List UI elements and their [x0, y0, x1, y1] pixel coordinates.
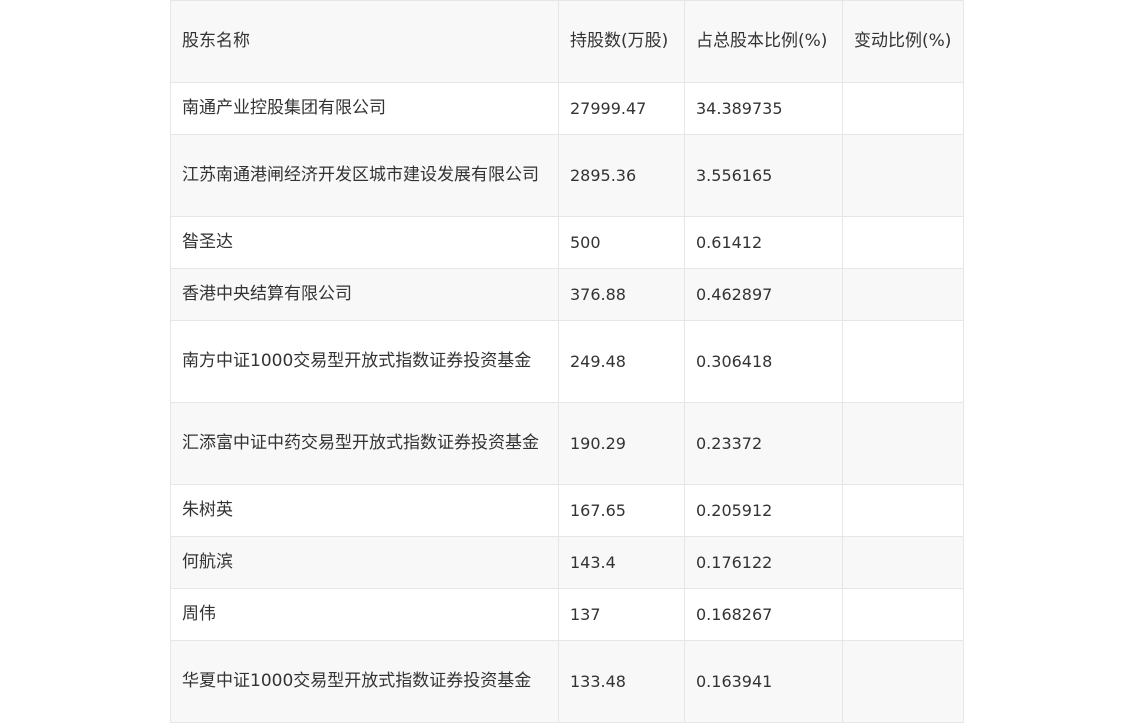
- cell-ratio: 0.61412: [684, 216, 843, 269]
- cell-shareholder-name: 香港中央结算有限公司: [170, 268, 559, 321]
- header-ratio: 占总股本比例(%): [684, 0, 843, 83]
- cell-shareholder-name: 南方中证1000交易型开放式指数证券投资基金: [170, 320, 559, 403]
- table-row: 江苏南通港闸经济开发区城市建设发展有限公司 2895.36 3.556165: [170, 134, 964, 217]
- table-row: 华夏中证1000交易型开放式指数证券投资基金 133.48 0.163941: [170, 640, 964, 723]
- cell-ratio: 0.23372: [684, 402, 843, 485]
- cell-change: [842, 82, 964, 135]
- table-row: 何航滨 143.4 0.176122: [170, 536, 964, 589]
- cell-shareholder-name: 周伟: [170, 588, 559, 641]
- cell-change: [842, 216, 964, 269]
- table-row: 朱树英 167.65 0.205912: [170, 484, 964, 537]
- cell-ratio: 0.163941: [684, 640, 843, 723]
- cell-shareholder-name: 南通产业控股集团有限公司: [170, 82, 559, 135]
- cell-shares: 190.29: [558, 402, 685, 485]
- cell-shareholder-name: 华夏中证1000交易型开放式指数证券投资基金: [170, 640, 559, 723]
- table-row: 汇添富中证中药交易型开放式指数证券投资基金 190.29 0.23372: [170, 402, 964, 485]
- cell-change: [842, 588, 964, 641]
- cell-change: [842, 402, 964, 485]
- cell-ratio: 34.389735: [684, 82, 843, 135]
- cell-ratio: 0.462897: [684, 268, 843, 321]
- cell-shares: 376.88: [558, 268, 685, 321]
- cell-shares: 143.4: [558, 536, 685, 589]
- table-row: 香港中央结算有限公司 376.88 0.462897: [170, 268, 964, 321]
- table-row: 昝圣达 500 0.61412: [170, 216, 964, 269]
- cell-shares: 27999.47: [558, 82, 685, 135]
- header-shareholder-name: 股东名称: [170, 0, 559, 83]
- cell-shares: 137: [558, 588, 685, 641]
- cell-shares: 2895.36: [558, 134, 685, 217]
- cell-ratio: 0.176122: [684, 536, 843, 589]
- cell-ratio: 0.205912: [684, 484, 843, 537]
- cell-shareholder-name: 昝圣达: [170, 216, 559, 269]
- cell-shareholder-name: 何航滨: [170, 536, 559, 589]
- header-shares: 持股数(万股): [558, 0, 685, 83]
- cell-shareholder-name: 汇添富中证中药交易型开放式指数证券投资基金: [170, 402, 559, 485]
- cell-ratio: 0.306418: [684, 320, 843, 403]
- cell-ratio: 0.168267: [684, 588, 843, 641]
- cell-change: [842, 134, 964, 217]
- cell-shares: 500: [558, 216, 685, 269]
- cell-change: [842, 484, 964, 537]
- table-row: 南通产业控股集团有限公司 27999.47 34.389735: [170, 82, 964, 135]
- cell-change: [842, 536, 964, 589]
- shareholder-table: 股东名称 持股数(万股) 占总股本比例(%) 变动比例(%) 南通产业控股集团有…: [170, 0, 964, 723]
- cell-change: [842, 640, 964, 723]
- table-row: 南方中证1000交易型开放式指数证券投资基金 249.48 0.306418: [170, 320, 964, 403]
- cell-shares: 167.65: [558, 484, 685, 537]
- cell-ratio: 3.556165: [684, 134, 843, 217]
- table-row: 周伟 137 0.168267: [170, 588, 964, 641]
- cell-change: [842, 320, 964, 403]
- table-header-row: 股东名称 持股数(万股) 占总股本比例(%) 变动比例(%): [170, 0, 964, 83]
- shareholder-table-container: 股东名称 持股数(万股) 占总股本比例(%) 变动比例(%) 南通产业控股集团有…: [170, 0, 964, 723]
- cell-change: [842, 268, 964, 321]
- cell-shareholder-name: 江苏南通港闸经济开发区城市建设发展有限公司: [170, 134, 559, 217]
- header-change: 变动比例(%): [842, 0, 964, 83]
- cell-shares: 249.48: [558, 320, 685, 403]
- cell-shares: 133.48: [558, 640, 685, 723]
- cell-shareholder-name: 朱树英: [170, 484, 559, 537]
